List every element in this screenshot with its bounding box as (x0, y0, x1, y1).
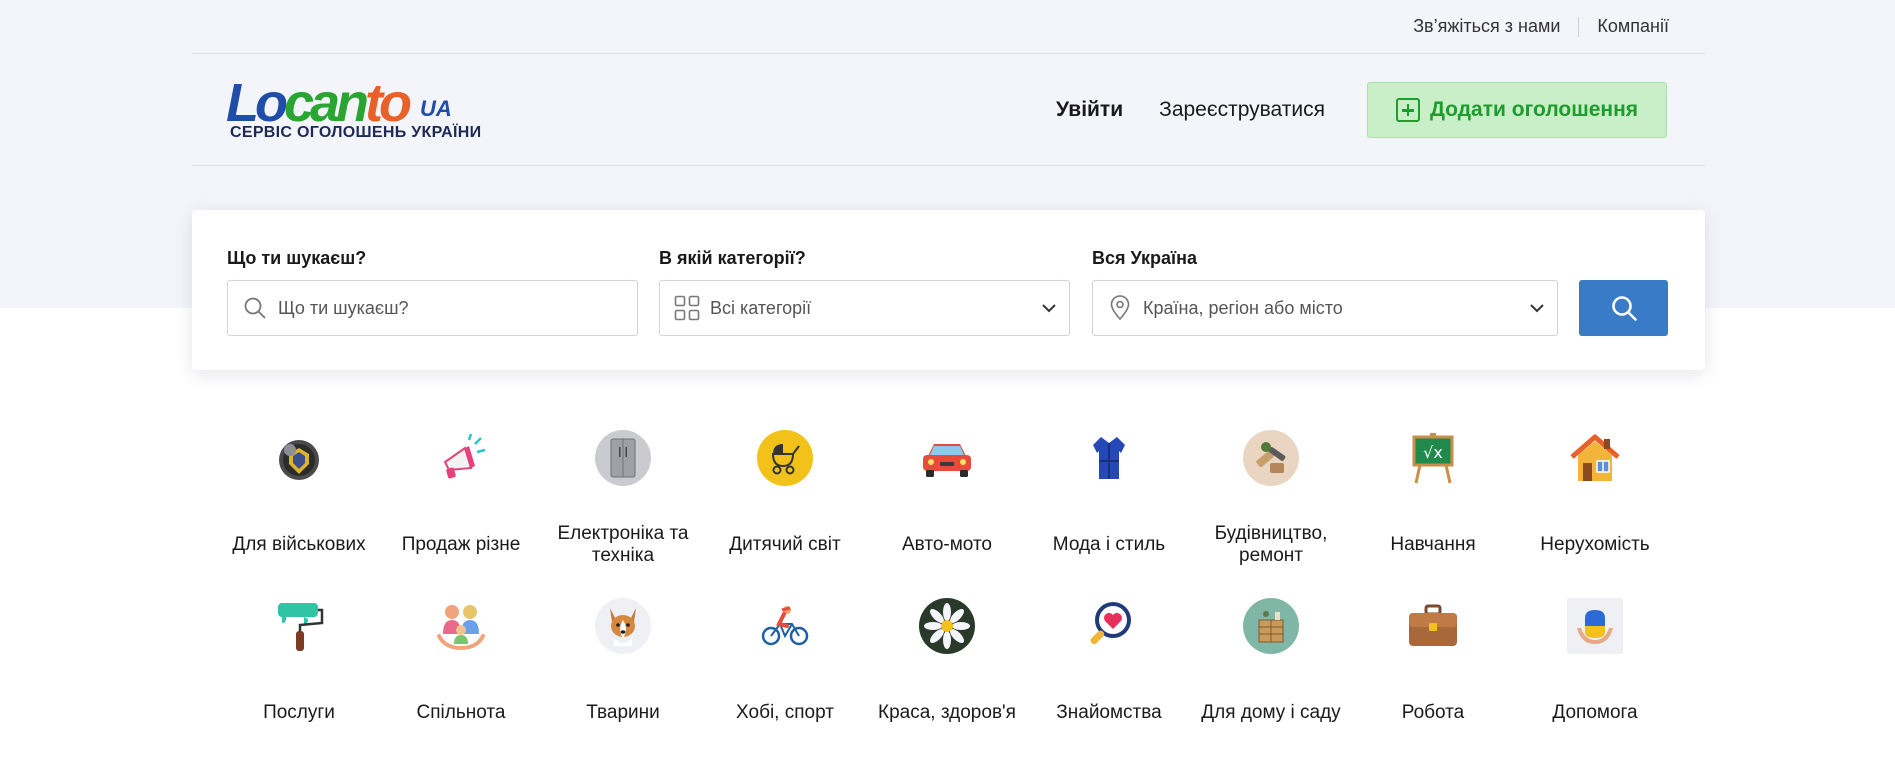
add-ad-button[interactable]: Додати оголошення (1367, 82, 1667, 138)
search-input[interactable] (278, 297, 637, 319)
category-label: Продаж різне (401, 534, 521, 555)
paint-roller-icon (271, 598, 327, 654)
category-community[interactable]: Спільнота (381, 598, 541, 723)
category-label: Робота (1401, 702, 1465, 723)
search-button[interactable] (1579, 280, 1668, 336)
locanto-logo[interactable]: Locanto UA СЕРВІС ОГОЛОШЕНЬ УКРАЇНИ (226, 74, 481, 144)
category-label: Для дому і саду (1201, 702, 1341, 723)
military-badge-icon (271, 430, 327, 486)
category-label: Тварини (586, 702, 660, 723)
search-input-wrap[interactable] (227, 280, 638, 336)
category-dating[interactable]: Знайомства (1029, 598, 1189, 723)
logo-country: UA (420, 96, 452, 121)
chevron-down-icon (1517, 303, 1557, 313)
category-home-garden[interactable]: Для дому і саду (1191, 598, 1351, 723)
helping-hands-icon (1567, 598, 1623, 654)
category-kids[interactable]: Дитячий світ (705, 430, 865, 555)
category-label: Електроніка та техніка (557, 523, 689, 566)
dresser-icon (1243, 598, 1299, 654)
location-pin-icon (1107, 295, 1133, 321)
cyclist-icon (757, 598, 813, 654)
family-icon (433, 598, 489, 654)
category-label: Для військових (232, 534, 366, 555)
category-label: Допомога (1552, 702, 1638, 723)
chevron-down-icon (1029, 303, 1069, 313)
category-label: Нерухомість (1540, 534, 1650, 555)
top-bar: Зв’яжіться з нами Компанії (192, 0, 1705, 54)
category-electronics[interactable]: Електроніка та техніка (543, 430, 703, 566)
car-icon (919, 430, 975, 486)
location-label: Вся Україна (1092, 248, 1197, 268)
what-label: Що ти шукаєш? (227, 248, 367, 268)
register-link[interactable]: Зареєструватися (1159, 98, 1325, 122)
category-label: В якій категорії? (659, 248, 806, 268)
location-select[interactable]: Країна, регіон або місто (1092, 280, 1558, 336)
category-label: Авто-мото (902, 534, 992, 555)
search-icon (1611, 296, 1637, 321)
category-hobby[interactable]: Хобі, спорт (705, 598, 865, 723)
contact-link[interactable]: Зв’яжіться з нами (1413, 16, 1560, 37)
login-link[interactable]: Увійти (1056, 98, 1123, 122)
category-auto[interactable]: Авто-мото (867, 430, 1027, 555)
category-label: Навчання (1390, 534, 1476, 555)
category-label: Мода і стиль (1052, 534, 1166, 555)
category-label: Знайомства (1056, 702, 1162, 723)
companies-link[interactable]: Компанії (1597, 16, 1669, 37)
grid-icon (674, 295, 700, 321)
stroller-icon (757, 430, 813, 486)
category-label: Дитячий світ (729, 534, 841, 555)
category-sales[interactable]: Продаж різне (381, 430, 541, 555)
category-education[interactable]: √x Навчання (1353, 430, 1513, 555)
category-label: Хобі, спорт (736, 702, 834, 723)
flower-icon (919, 598, 975, 654)
category-value: Всі категорії (710, 297, 812, 318)
category-realty[interactable]: Нерухомість (1515, 430, 1675, 555)
dog-icon (595, 598, 651, 654)
topbar-divider (1578, 16, 1580, 37)
category-help[interactable]: Допомога (1515, 598, 1675, 723)
header: Locanto UA СЕРВІС ОГОЛОШЕНЬ УКРАЇНИ Увій… (192, 54, 1705, 166)
svg-text:√x: √x (1423, 443, 1443, 462)
category-fashion[interactable]: Мода і стиль (1029, 430, 1189, 555)
chalkboard-icon: √x (1405, 430, 1461, 486)
house-icon (1567, 430, 1623, 486)
category-services[interactable]: Послуги (219, 598, 379, 723)
category-beauty[interactable]: Краса, здоров'я (867, 598, 1027, 723)
megaphone-icon (433, 430, 489, 486)
search-panel: Що ти шукаєш? В якій категорії? Всі кате… (192, 210, 1705, 370)
category-label: Послуги (263, 702, 335, 723)
search-icon (242, 295, 268, 321)
fridge-icon (595, 430, 651, 486)
category-construction[interactable]: Будівництво, ремонт (1191, 430, 1351, 566)
logo-tagline: СЕРВІС ОГОЛОШЕНЬ УКРАЇНИ (230, 124, 482, 141)
location-placeholder: Країна, регіон або місто (1143, 297, 1343, 318)
category-military[interactable]: Для військових (219, 430, 379, 555)
category-animals[interactable]: Тварини (543, 598, 703, 723)
category-jobs[interactable]: Робота (1353, 598, 1513, 723)
magnifier-heart-icon (1081, 598, 1137, 654)
category-label: Будівництво, ремонт (1214, 523, 1328, 566)
category-select[interactable]: Всі категорії (659, 280, 1070, 336)
repair-tools-icon (1243, 430, 1299, 486)
header-nav: Увійти Зареєструватися Додати оголошення (1056, 82, 1667, 138)
category-label: Краса, здоров'я (878, 702, 1016, 723)
briefcase-icon (1405, 598, 1461, 654)
robe-icon (1081, 430, 1137, 486)
plus-square-icon (1395, 98, 1420, 122)
add-ad-label: Додати оголошення (1429, 98, 1639, 121)
category-label: Спільнота (416, 702, 506, 723)
